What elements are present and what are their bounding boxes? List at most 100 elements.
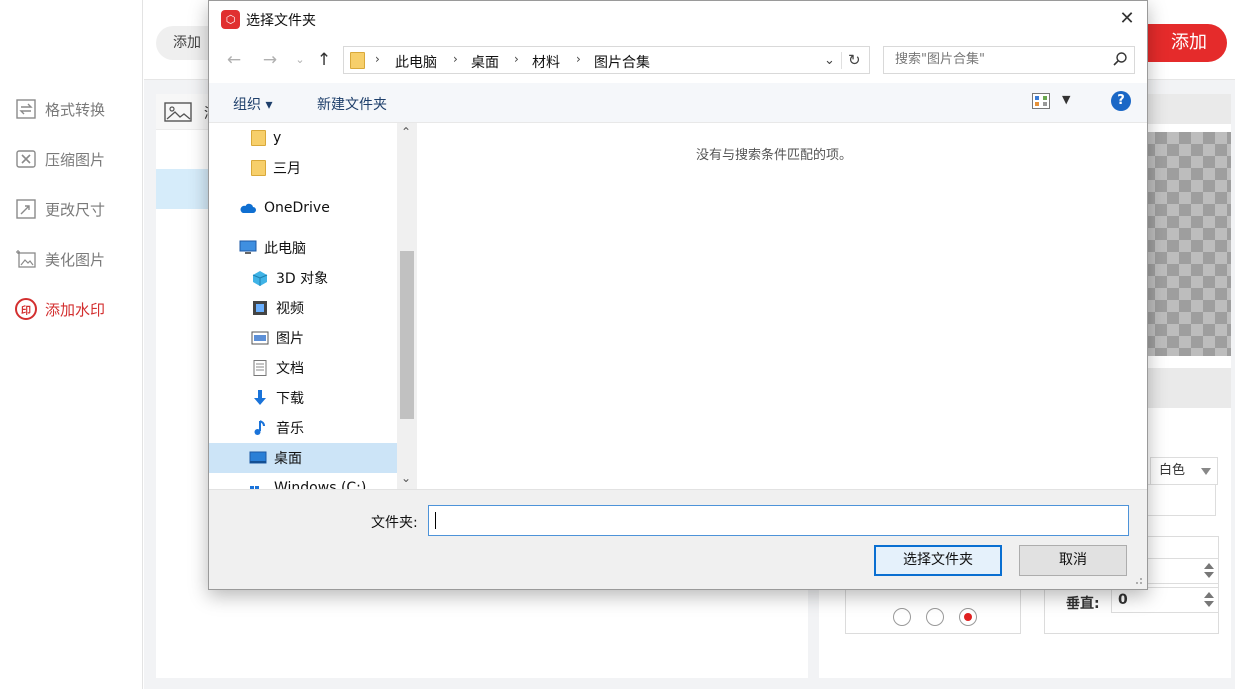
computer-icon xyxy=(239,240,257,254)
scrollbar-thumb[interactable] xyxy=(400,251,414,419)
tree-item[interactable]: 图片 xyxy=(251,323,417,353)
dialog-title-bar: ⬡ 选择文件夹 ✕ xyxy=(209,1,1147,39)
music-icon xyxy=(254,420,265,435)
select-folder-dialog: ⬡ 选择文件夹 ✕ ← → ⌄ ↑ › 此电脑 › 桌面 › 材料 › 图片合集… xyxy=(208,0,1148,590)
desktop-icon xyxy=(249,451,267,464)
resize-icon xyxy=(14,198,38,220)
scroll-up-icon[interactable]: ⌃ xyxy=(401,125,411,139)
folder-icon xyxy=(251,160,266,176)
breadcrumb-item[interactable]: 桌面 xyxy=(471,52,499,72)
tree-item-label: 此电脑 xyxy=(264,241,306,257)
beautify-icon xyxy=(14,248,38,270)
dialog-title: 选择文件夹 xyxy=(246,13,316,29)
tree-item-label: 下载 xyxy=(276,391,304,407)
close-button[interactable]: ✕ xyxy=(1115,7,1139,31)
position-radio[interactable] xyxy=(926,608,944,626)
chevron-down-icon[interactable]: ⌄ xyxy=(824,53,835,68)
tree-item[interactable]: 文档 xyxy=(251,353,417,383)
document-icon xyxy=(253,360,267,376)
tree-item-label: 文档 xyxy=(276,361,304,377)
nav-resize[interactable]: 更改尺寸 xyxy=(14,195,105,223)
settings-input[interactable] xyxy=(1140,484,1216,516)
chevron-down-icon[interactable]: ▼ xyxy=(1062,93,1070,106)
nav-label: 更改尺寸 xyxy=(45,200,106,219)
tree-item[interactable]: 三月 xyxy=(251,153,417,183)
nav-label: 美化图片 xyxy=(45,250,106,269)
position-radio-selected[interactable] xyxy=(959,608,977,626)
tree-item[interactable]: 下载 xyxy=(251,383,417,413)
stepper-icon[interactable] xyxy=(1204,592,1214,608)
video-icon xyxy=(253,301,267,315)
nav-label: 压缩图片 xyxy=(45,150,106,169)
tree-item[interactable]: 3D 对象 xyxy=(251,263,417,293)
nav-beautify[interactable]: 美化图片 xyxy=(14,245,105,273)
up-arrow-icon[interactable]: ↑ xyxy=(313,49,335,71)
tree-item-selected[interactable]: 桌面 xyxy=(209,443,397,473)
dialog-footer: 文件夹: 选择文件夹 取消 xyxy=(209,489,1147,589)
nav-format-convert[interactable]: 格式转换 xyxy=(14,95,105,123)
breadcrumb-separator-icon: › xyxy=(514,52,519,66)
breadcrumb-item[interactable]: 图片合集 xyxy=(594,52,650,72)
breadcrumb-item[interactable]: 此电脑 xyxy=(395,52,437,72)
tree-item[interactable]: y xyxy=(251,123,417,153)
back-arrow-icon[interactable]: ← xyxy=(223,49,245,71)
resize-grip-icon[interactable] xyxy=(1133,575,1143,585)
organize-menu[interactable]: 组织 ▾ xyxy=(233,94,272,114)
tree-item[interactable]: Windows (C:) xyxy=(249,473,417,489)
select-folder-button[interactable]: 选择文件夹 xyxy=(874,545,1002,576)
help-icon[interactable]: ? xyxy=(1111,91,1131,111)
tree-item[interactable]: 音乐 xyxy=(251,413,417,443)
nav-label: 添加水印 xyxy=(45,300,106,319)
stepper-icon[interactable] xyxy=(1204,563,1214,579)
breadcrumb-separator-icon: › xyxy=(576,52,581,66)
search-input[interactable]: 搜索"图片合集" xyxy=(883,46,1135,74)
app-sidebar: 格式转换 压缩图片 更改尺寸 美化图片 印 添加水印 xyxy=(0,0,143,689)
address-row: ← → ⌄ ↑ › 此电脑 › 桌面 › 材料 › 图片合集 ⌄ ↻ 搜索"图片… xyxy=(209,41,1147,79)
cube-icon xyxy=(252,271,268,286)
new-folder-button[interactable]: 新建文件夹 xyxy=(317,94,387,114)
nav-label: 格式转换 xyxy=(45,100,106,119)
cloud-icon xyxy=(240,203,256,213)
tree-item-label: 3D 对象 xyxy=(276,271,329,287)
tree-item-label: 视频 xyxy=(276,301,304,317)
picture-icon xyxy=(251,331,269,345)
search-placeholder: 搜索"图片合集" xyxy=(895,52,985,67)
drive-icon xyxy=(250,486,259,489)
tree-item-label: 三月 xyxy=(273,161,301,177)
download-icon xyxy=(254,390,266,405)
position-radio[interactable] xyxy=(893,608,911,626)
refresh-icon[interactable]: ↻ xyxy=(848,51,861,69)
tree-item-label: 桌面 xyxy=(274,451,302,467)
tree-item-label: OneDrive xyxy=(264,200,330,216)
nav-compress[interactable]: 压缩图片 xyxy=(14,145,105,173)
format-convert-icon xyxy=(14,98,38,120)
nav-watermark[interactable]: 印 添加水印 xyxy=(14,295,105,323)
breadcrumb-item[interactable]: 材料 xyxy=(532,52,560,72)
tree-scrollbar[interactable]: ⌃ ⌄ xyxy=(397,123,417,489)
tree-item-label: y xyxy=(273,130,282,146)
breadcrumb-separator-icon: › xyxy=(453,52,458,66)
vertical-label: 垂直: xyxy=(1066,596,1100,612)
image-icon xyxy=(164,102,194,126)
scroll-down-icon[interactable]: ⌄ xyxy=(401,471,411,485)
cancel-button[interactable]: 取消 xyxy=(1019,545,1127,576)
forward-arrow-icon[interactable]: → xyxy=(259,49,281,71)
address-bar[interactable]: › 此电脑 › 桌面 › 材料 › 图片合集 ⌄ ↻ xyxy=(343,46,870,74)
color-select[interactable]: 白色 xyxy=(1150,457,1218,485)
text-caret xyxy=(435,512,436,529)
tree-item-label: 音乐 xyxy=(276,421,304,437)
folder-icon xyxy=(251,130,266,146)
tree-item[interactable]: 此电脑 xyxy=(239,233,417,263)
vertical-offset-input[interactable]: 0 xyxy=(1111,587,1219,613)
tree-item[interactable]: 视频 xyxy=(251,293,417,323)
search-icon[interactable] xyxy=(1112,51,1128,67)
tree-item-label: 图片 xyxy=(276,331,304,347)
folder-label: 文件夹: xyxy=(371,515,418,531)
recent-dropdown-icon[interactable]: ⌄ xyxy=(289,49,311,71)
folder-name-input[interactable] xyxy=(428,505,1129,536)
compress-icon xyxy=(14,148,38,170)
chevron-down-icon xyxy=(1201,468,1211,475)
tree-item[interactable]: OneDrive xyxy=(239,193,417,223)
view-mode-icon[interactable] xyxy=(1032,93,1050,109)
watermark-icon: 印 xyxy=(14,298,38,320)
